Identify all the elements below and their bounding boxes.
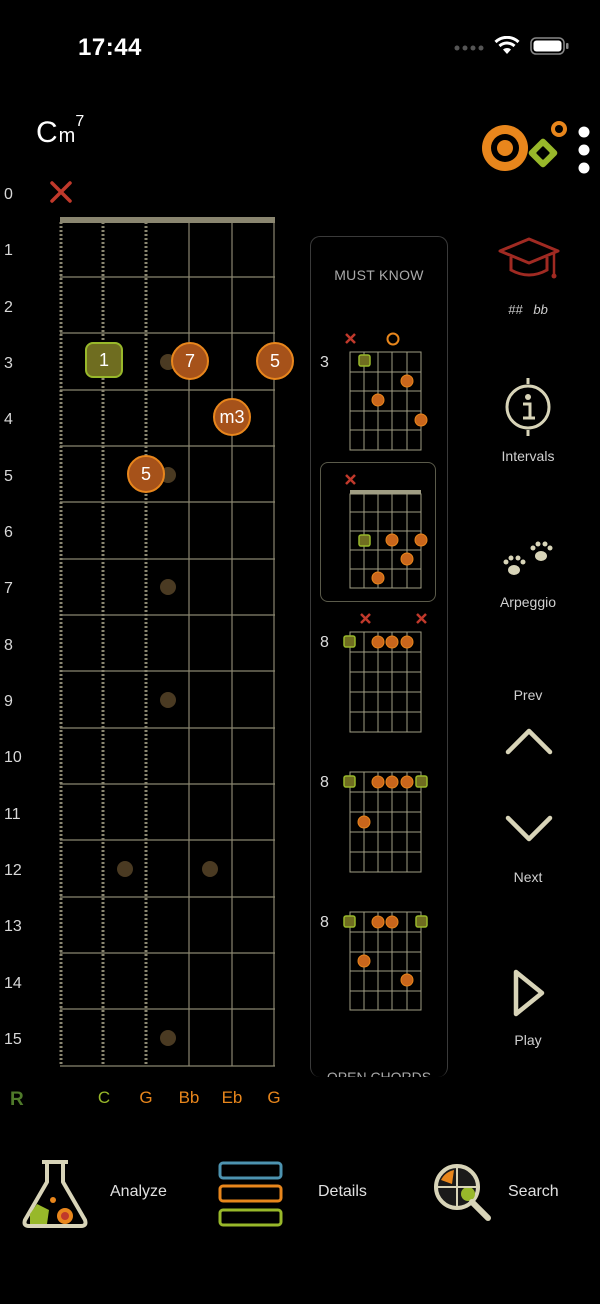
fret-number: 9 (4, 693, 13, 710)
fret-note[interactable]: m3 (213, 398, 251, 436)
fret-number: 4 (4, 411, 13, 428)
fret-number: 6 (4, 524, 13, 541)
voicings-footer: OPEN CHORDS (326, 1069, 432, 1077)
muted-string-x-icon[interactable] (49, 180, 73, 204)
search-label[interactable]: Search (508, 1183, 559, 1201)
fret-number: 11 (4, 806, 21, 823)
fret-note[interactable]: 7 (171, 342, 209, 380)
diagram-start-fret: 3 (320, 354, 329, 371)
intervals-info-icon[interactable] (503, 376, 553, 438)
next-label: Next (513, 869, 543, 885)
details-label[interactable]: Details (318, 1183, 367, 1201)
wifi-icon (494, 36, 520, 54)
fret-note[interactable]: 5 (256, 342, 294, 380)
string-label: C (97, 1088, 111, 1107)
diagram-start-fret: 8 (320, 774, 329, 791)
fret-number: 10 (4, 749, 22, 766)
more-menu-icon[interactable] (576, 126, 592, 174)
root-marker: R (10, 1089, 24, 1110)
status-time: 17:44 (78, 34, 142, 61)
string-label: G (267, 1088, 281, 1107)
cellular-signal-icon (454, 45, 484, 51)
accidentals-toggle[interactable]: ## bb (468, 302, 588, 317)
app-logo-icon[interactable] (474, 118, 574, 180)
fret-number: 15 (4, 1031, 22, 1048)
diagram-start-fret: 8 (320, 634, 329, 651)
chord-diagram[interactable] (340, 328, 432, 454)
fret-note[interactable]: 5 (127, 455, 165, 493)
chord-diagram[interactable] (340, 610, 432, 736)
fret-number: 7 (4, 580, 13, 597)
voicings-header: MUST KNOW (334, 267, 424, 283)
chord-diagram[interactable] (340, 890, 432, 1016)
chord-extension: 7 (75, 113, 85, 130)
string-label: G (139, 1088, 153, 1107)
arpeggio-pawprints-icon[interactable] (498, 538, 558, 582)
search-magnifier-icon[interactable] (430, 1160, 496, 1226)
string-label: Bb (178, 1088, 200, 1107)
diagram-start-fret: 8 (320, 914, 329, 931)
fret-number: 0 (4, 186, 13, 203)
status-icons (454, 36, 570, 56)
chord-diagram[interactable] (340, 750, 432, 876)
chevron-up-icon[interactable] (504, 724, 554, 758)
battery-icon (530, 37, 569, 55)
play-icon[interactable] (508, 966, 548, 1020)
chord-name[interactable]: Cm7 (36, 114, 84, 149)
prev-label: Prev (513, 687, 543, 703)
fret-number: 8 (4, 637, 13, 654)
arpeggio-label: Arpeggio (499, 594, 557, 610)
intervals-label: Intervals (501, 448, 555, 464)
analyze-flask-icon[interactable] (20, 1158, 90, 1230)
chevron-down-icon[interactable] (504, 812, 554, 846)
fret-note-root[interactable]: 1 (85, 342, 123, 378)
analyze-label[interactable]: Analyze (110, 1183, 167, 1201)
details-layers-icon[interactable] (216, 1160, 286, 1230)
fret-number: 14 (4, 975, 22, 992)
fret-number: 13 (4, 918, 22, 935)
string-label: Eb (221, 1088, 243, 1107)
graduation-cap-icon[interactable] (497, 234, 561, 284)
fret-number: 2 (4, 299, 13, 316)
chord-diagram-selected[interactable] (340, 466, 432, 592)
fret-number: 12 (4, 862, 22, 879)
chord-quality: m (58, 125, 76, 147)
fret-number: 1 (4, 242, 13, 259)
chord-root: C (36, 116, 58, 149)
fret-number: 5 (4, 468, 13, 485)
play-label: Play (514, 1032, 542, 1048)
fret-number: 3 (4, 355, 13, 372)
